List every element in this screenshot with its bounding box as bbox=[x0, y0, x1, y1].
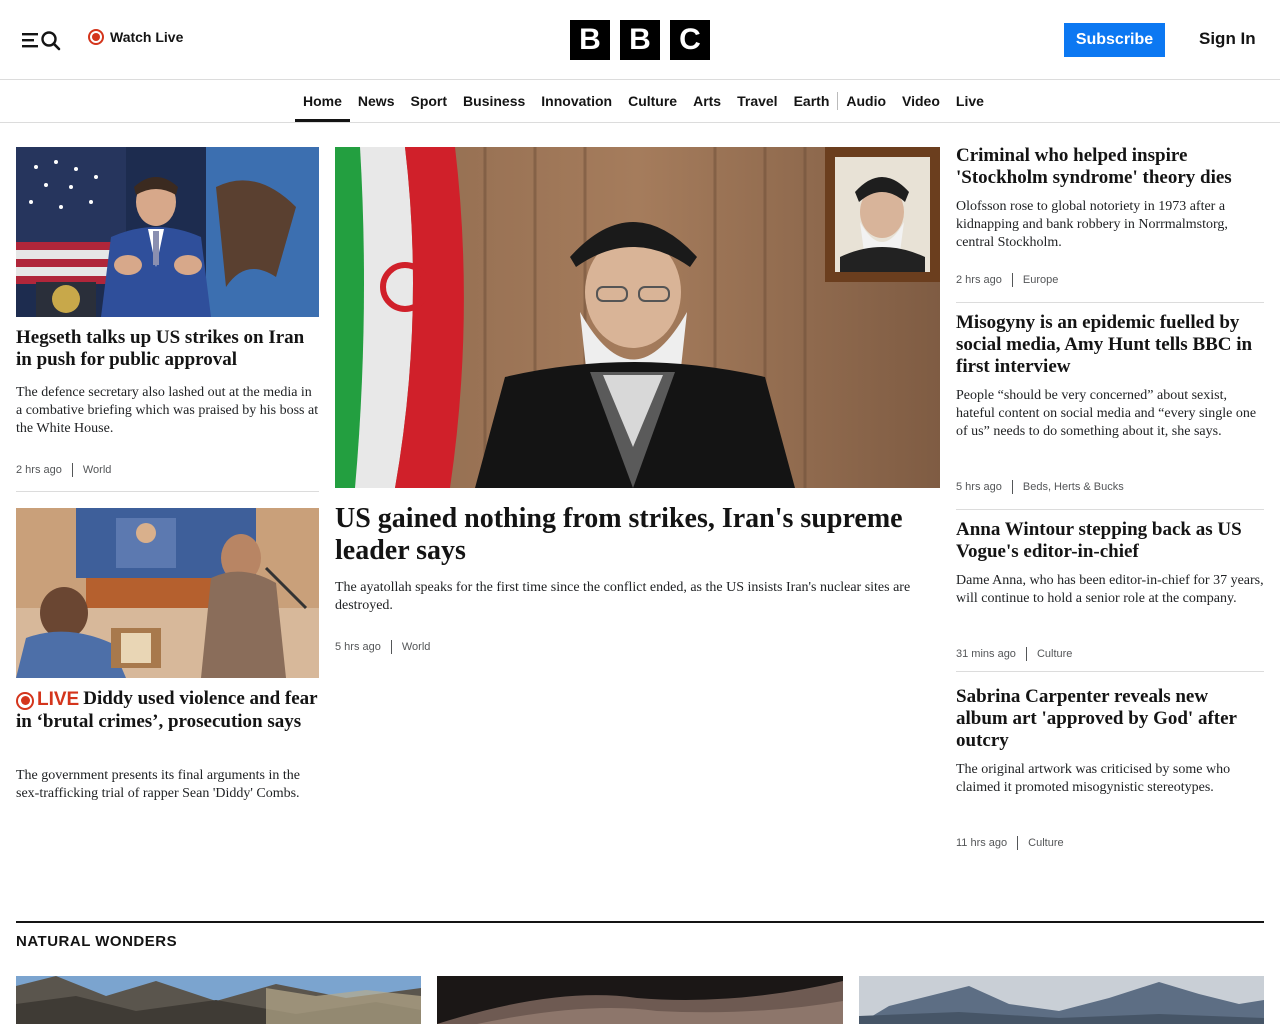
khamenei-lead-image[interactable] bbox=[335, 147, 940, 488]
story-meta: 11 hrs ago Culture bbox=[956, 836, 1064, 850]
nav-item-travel[interactable]: Travel bbox=[729, 81, 785, 122]
nav-list: Home News Sport Business Innovation Cult… bbox=[295, 81, 992, 122]
logo-letter: C bbox=[670, 20, 710, 60]
menu-icon bbox=[22, 31, 61, 51]
story-summary: People “should be very concerned” about … bbox=[956, 388, 1257, 439]
live-badge: LIVE bbox=[16, 689, 79, 711]
divider bbox=[956, 671, 1264, 672]
story-category-link[interactable]: Culture bbox=[1028, 837, 1063, 849]
story-headline[interactable]: Misogyny is an epidemic fuelled by socia… bbox=[956, 312, 1264, 378]
subscribe-button[interactable]: Subscribe bbox=[1064, 23, 1165, 57]
nav-item-audio[interactable]: Audio bbox=[838, 81, 894, 122]
divider bbox=[16, 491, 319, 492]
main-nav: Home News Sport Business Innovation Cult… bbox=[0, 81, 1280, 123]
meta-divider bbox=[1011, 273, 1013, 287]
natural-wonders-image[interactable] bbox=[437, 976, 843, 1024]
lead-story-headline[interactable]: US gained nothing from strikes, Iran's s… bbox=[335, 503, 940, 567]
story-meta: 31 mins ago Culture bbox=[956, 647, 1072, 661]
story-category-link[interactable]: Europe bbox=[1023, 274, 1058, 286]
nav-item-culture[interactable]: Culture bbox=[620, 81, 685, 122]
logo-letter: B bbox=[570, 20, 610, 60]
story-category-link[interactable]: Culture bbox=[1037, 648, 1072, 660]
story-headline[interactable]: Sabrina Carpenter reveals new album art … bbox=[956, 686, 1264, 752]
divider bbox=[956, 302, 1264, 303]
story-time: 31 mins ago bbox=[956, 648, 1016, 660]
story-category-link[interactable]: World bbox=[402, 641, 431, 653]
menu-search-button[interactable] bbox=[20, 28, 62, 52]
story-headline[interactable]: Criminal who helped inspire 'Stockholm s… bbox=[956, 145, 1264, 189]
story-meta: 5 hrs ago Beds, Herts & Bucks bbox=[956, 480, 1124, 494]
story-time: 5 hrs ago bbox=[956, 481, 1002, 493]
story-time: 2 hrs ago bbox=[16, 464, 62, 476]
story-headline[interactable]: Anna Wintour stepping back as US Vogue's… bbox=[956, 519, 1264, 563]
meta-divider bbox=[71, 463, 73, 477]
story-category-link[interactable]: World bbox=[83, 464, 112, 476]
nav-item-video[interactable]: Video bbox=[894, 81, 948, 122]
divider bbox=[956, 509, 1264, 510]
natural-wonders-image[interactable] bbox=[859, 976, 1264, 1024]
nav-item-earth[interactable]: Earth bbox=[786, 81, 838, 122]
logo-letter: B bbox=[620, 20, 660, 60]
story-meta: 2 hrs ago World bbox=[16, 463, 111, 477]
nav-item-innovation[interactable]: Innovation bbox=[533, 81, 620, 122]
story-summary: The defence secretary also lashed out at… bbox=[16, 385, 319, 436]
natural-wonders-image[interactable] bbox=[16, 976, 421, 1024]
meta-divider bbox=[1017, 836, 1019, 850]
story-summary: The government presents its final argume… bbox=[16, 768, 300, 801]
story-summary: The original artwork was criticised by s… bbox=[956, 762, 1231, 795]
story-meta: 2 hrs ago Europe bbox=[956, 273, 1058, 287]
story-summary: Dame Anna, who has been editor-in-chief … bbox=[956, 573, 1264, 606]
story-headline[interactable]: LIVE Diddy used violence and fear in ‘bru… bbox=[16, 688, 319, 733]
nav-item-arts[interactable]: Arts bbox=[685, 81, 729, 122]
section-title: NATURAL WONDERS bbox=[16, 933, 178, 950]
story-category-link[interactable]: Beds, Herts & Bucks bbox=[1023, 481, 1124, 493]
live-icon bbox=[88, 29, 104, 45]
meta-divider bbox=[390, 640, 392, 654]
section-divider bbox=[16, 921, 1264, 923]
meta-divider bbox=[1025, 647, 1027, 661]
story-time: 11 hrs ago bbox=[956, 837, 1008, 849]
nav-item-news[interactable]: News bbox=[350, 81, 403, 122]
watch-live-link[interactable]: Watch Live bbox=[88, 29, 183, 45]
meta-divider bbox=[1011, 480, 1013, 494]
diddy-story-image[interactable] bbox=[16, 508, 319, 678]
nav-item-sport[interactable]: Sport bbox=[402, 81, 455, 122]
hegseth-story-image[interactable] bbox=[16, 147, 319, 317]
lead-story-summary: The ayatollah speaks for the first time … bbox=[335, 580, 911, 613]
watch-live-label: Watch Live bbox=[110, 29, 184, 45]
live-icon bbox=[16, 691, 34, 710]
story-summary: Olofsson rose to global notoriety in 197… bbox=[956, 199, 1228, 250]
site-header: Watch Live B B C Subscribe Sign In bbox=[0, 0, 1280, 80]
sign-in-link[interactable]: Sign In bbox=[1199, 29, 1256, 49]
story-time: 5 hrs ago bbox=[335, 641, 381, 653]
story-meta: 5 hrs ago World bbox=[335, 640, 430, 654]
story-headline[interactable]: Hegseth talks up US strikes on Iran in p… bbox=[16, 327, 319, 371]
nav-item-home[interactable]: Home bbox=[295, 81, 350, 122]
story-time: 2 hrs ago bbox=[956, 274, 1002, 286]
nav-item-business[interactable]: Business bbox=[455, 81, 533, 122]
nav-item-live[interactable]: Live bbox=[948, 81, 992, 122]
bbc-logo[interactable]: B B C bbox=[570, 20, 710, 60]
live-label: LIVE bbox=[37, 688, 80, 710]
